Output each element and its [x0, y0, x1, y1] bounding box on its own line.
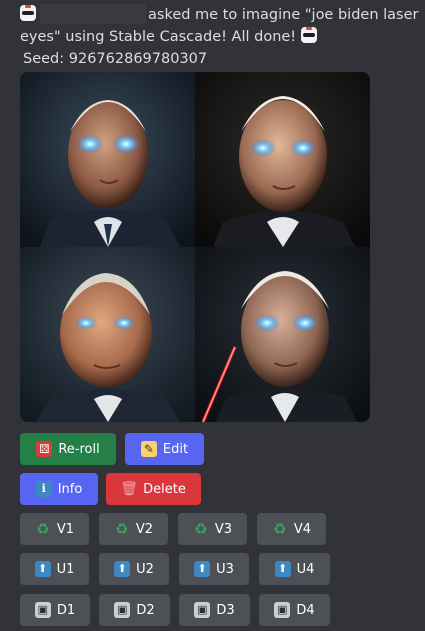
upscale-label: U4	[296, 561, 315, 577]
generated-image-1[interactable]	[20, 72, 195, 247]
download-label: D3	[216, 602, 235, 618]
portrait-image-1	[20, 72, 195, 247]
floppy-disk-icon: ▣	[274, 602, 291, 618]
variation-button-4[interactable]: ♻ V4	[257, 513, 326, 545]
download-button-4[interactable]: ▣ D4	[259, 594, 330, 626]
download-button-1[interactable]: ▣ D1	[20, 594, 90, 626]
game-die-icon: ⚄	[36, 441, 53, 457]
upscale-button-4[interactable]: ⬆ U4	[259, 553, 330, 585]
floppy-disk-icon: ▣	[194, 602, 211, 618]
reroll-button[interactable]: ⚄ Re-roll	[20, 433, 116, 465]
up-arrow-icon: ⬆	[194, 561, 211, 577]
robot-face-icon	[20, 5, 36, 21]
reroll-label: Re-roll	[58, 441, 100, 457]
generated-image-4[interactable]	[195, 247, 370, 422]
recycle-icon: ♻	[115, 520, 129, 538]
bot-message: asked me to imagine "joe biden laser eye…	[20, 4, 420, 70]
memo-icon: ✎	[140, 441, 157, 457]
delete-label: Delete	[143, 481, 186, 497]
info-label: Info	[57, 481, 83, 497]
upscale-label: U1	[56, 561, 75, 577]
upscale-label: U2	[136, 561, 154, 577]
up-arrow-icon: ⬆	[34, 561, 51, 577]
download-button-2[interactable]: ▣ D2	[99, 594, 170, 626]
information-icon: i	[35, 481, 52, 497]
seed-text: Seed: 926762869780307	[23, 51, 208, 67]
variation-label: V1	[56, 521, 75, 537]
redacted-user-mention[interactable]	[40, 4, 146, 24]
generated-image-2[interactable]	[195, 72, 370, 247]
recycle-icon: ♻	[194, 520, 208, 538]
floppy-disk-icon: ▣	[114, 602, 131, 618]
upscale-button-3[interactable]: ⬆ U3	[179, 553, 249, 585]
info-button[interactable]: i Info	[20, 473, 98, 505]
portrait-image-2	[195, 72, 370, 247]
variation-button-3[interactable]: ♻ V3	[178, 513, 247, 545]
download-label: D2	[136, 602, 155, 618]
variation-button-2[interactable]: ♻ V2	[99, 513, 168, 545]
download-label: D1	[56, 602, 76, 618]
upscale-button-1[interactable]: ⬆ U1	[20, 553, 89, 585]
robot-face-icon	[300, 27, 317, 43]
up-arrow-icon: ⬆	[274, 561, 291, 577]
delete-button[interactable]: 🗑 Delete	[106, 473, 201, 505]
download-button-3[interactable]: ▣ D3	[179, 594, 250, 626]
floppy-disk-icon: ▣	[34, 602, 51, 618]
recycle-icon: ♻	[36, 520, 50, 538]
portrait-image-4	[195, 247, 370, 422]
edit-button[interactable]: ✎ Edit	[125, 433, 204, 465]
variation-label: V4	[293, 521, 312, 537]
generated-image-3[interactable]	[20, 247, 195, 422]
up-arrow-icon: ⬆	[114, 561, 131, 577]
upscale-label: U3	[216, 561, 234, 577]
edit-label: Edit	[162, 441, 189, 457]
variation-button-1[interactable]: ♻ V1	[20, 513, 89, 545]
variation-label: V2	[135, 521, 154, 537]
recycle-icon: ♻	[273, 520, 287, 538]
upscale-button-2[interactable]: ⬆ U2	[99, 553, 169, 585]
download-label: D4	[296, 602, 315, 618]
wastebasket-icon: 🗑	[120, 481, 139, 497]
variation-label: V3	[214, 521, 233, 537]
image-grid[interactable]	[20, 72, 370, 422]
portrait-image-3	[20, 247, 195, 422]
